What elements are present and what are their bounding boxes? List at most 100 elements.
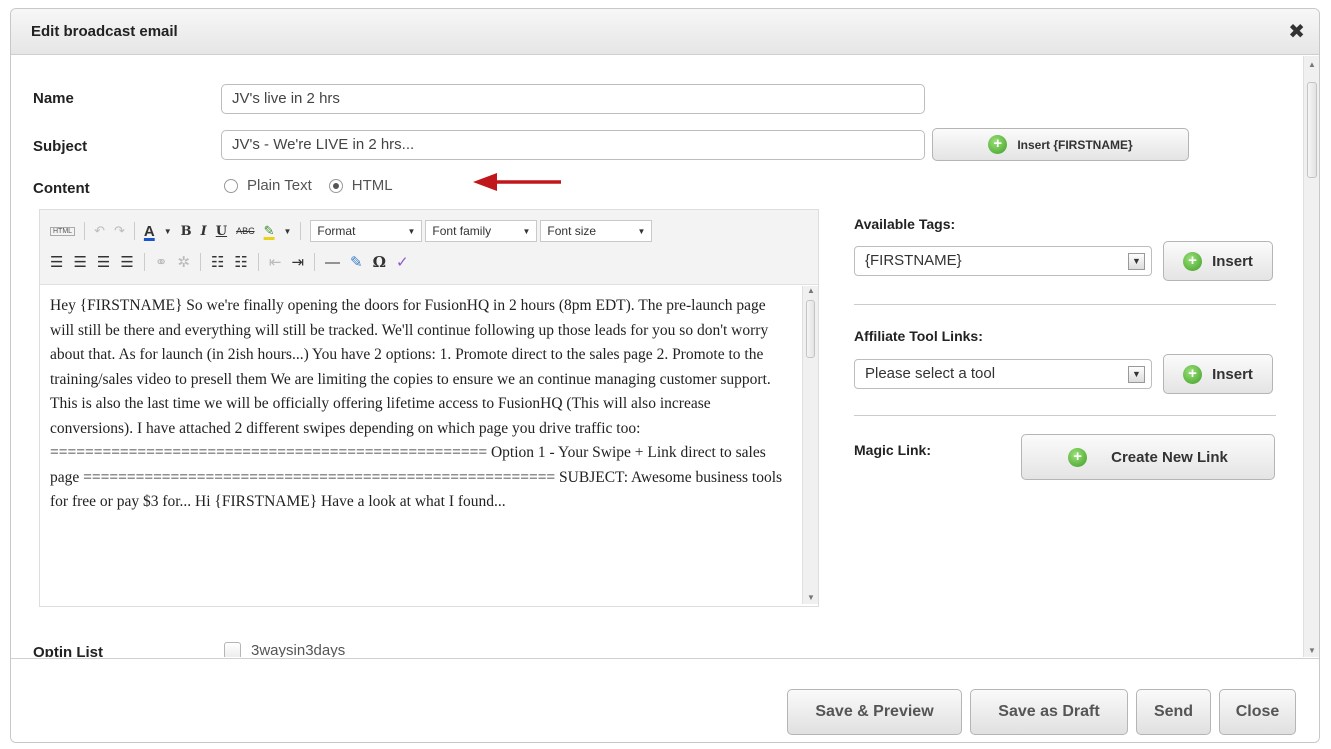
bullet-list-icon[interactable]: ☷: [211, 253, 224, 271]
affiliate-tool-select[interactable]: Please select a tool ▼: [854, 359, 1152, 389]
editor-body-text[interactable]: Hey {FIRSTNAME} So we're finally opening…: [40, 286, 802, 604]
dialog-titlebar: Edit broadcast email ✖: [11, 9, 1319, 55]
outdent-icon[interactable]: ⇤: [269, 253, 282, 271]
chevron-down-icon: ▼: [522, 226, 531, 236]
optin-list-label: Optin List: [33, 644, 103, 657]
toolbar-separator: [314, 253, 316, 271]
indent-icon[interactable]: ⇥: [291, 253, 304, 271]
subject-label: Subject: [33, 138, 88, 155]
create-new-link-label: Create New Link: [1111, 448, 1228, 466]
send-button[interactable]: Send: [1136, 689, 1211, 735]
optin-item-label: 3waysin3days: [251, 642, 346, 657]
content-label: Content: [33, 180, 90, 197]
plus-circle-icon: +: [1068, 447, 1088, 467]
name-label: Name: [33, 90, 74, 107]
html-label: HTML: [351, 177, 393, 194]
save-draft-button[interactable]: Save as Draft: [970, 689, 1128, 735]
link-icon[interactable]: ⚭: [155, 253, 168, 271]
special-char-icon[interactable]: Ω: [373, 253, 386, 271]
plus-circle-icon: +: [1183, 251, 1203, 271]
magic-link-label: Magic Link:: [854, 442, 932, 458]
font-family-select[interactable]: Font family ▼: [425, 220, 538, 242]
html-source-button[interactable]: HTML: [50, 226, 76, 236]
toolbar-row-1: HTML ↶ ↷ A ▼ B I U ABC ✎ ▼ Format ▼ Font…: [50, 219, 653, 243]
plus-circle-icon: +: [1183, 364, 1203, 384]
undo-icon[interactable]: ↶: [94, 223, 105, 239]
align-left-icon[interactable]: ☰: [50, 253, 63, 271]
italic-icon[interactable]: I: [201, 224, 207, 239]
close-button[interactable]: Close: [1219, 689, 1296, 735]
font-size-select-value: Font size: [547, 224, 597, 238]
available-tags-label: Available Tags:: [854, 216, 956, 232]
optin-checkbox[interactable]: [224, 642, 241, 657]
available-tags-select[interactable]: {FIRSTNAME} ▼: [854, 246, 1152, 276]
align-justify-icon[interactable]: ☰: [120, 253, 133, 271]
toolbar-separator: [133, 222, 135, 240]
available-tags-value: {FIRSTNAME}: [865, 252, 962, 269]
redo-icon[interactable]: ↷: [114, 223, 125, 239]
horizontal-rule-icon[interactable]: —: [325, 254, 340, 271]
strikethrough-icon[interactable]: ABC: [236, 226, 255, 236]
align-right-icon[interactable]: ☰: [97, 253, 110, 271]
affiliate-tool-value: Please select a tool: [865, 365, 996, 382]
chevron-down-icon: ▼: [637, 226, 646, 236]
scroll-up-icon[interactable]: ▲: [807, 286, 815, 295]
align-center-icon[interactable]: ☰: [73, 253, 86, 271]
scroll-up-icon[interactable]: ▲: [1308, 60, 1316, 69]
font-family-select-value: Font family: [432, 224, 492, 238]
toolbar-separator: [84, 222, 86, 240]
dialog-content: Name JV's live in 2 hrs Subject JV's - W…: [11, 56, 1319, 657]
plain-text-label: Plain Text: [247, 177, 312, 194]
create-new-link-button[interactable]: + Create New Link: [1021, 434, 1275, 480]
save-preview-button[interactable]: Save & Preview: [787, 689, 962, 735]
chevron-down-icon: ▼: [1128, 366, 1145, 383]
chevron-down-icon: ▼: [1128, 253, 1145, 270]
toolbar-separator: [199, 253, 201, 271]
insert-tag-label: Insert: [1212, 252, 1253, 270]
close-icon[interactable]: ✖: [1288, 19, 1305, 44]
bold-icon[interactable]: B: [181, 224, 192, 239]
underline-icon[interactable]: U: [216, 224, 227, 239]
scroll-down-icon[interactable]: ▼: [1308, 646, 1316, 655]
edit-image-icon[interactable]: ✎: [350, 253, 363, 271]
plain-text-radio[interactable]: [224, 178, 238, 193]
insert-tag-button[interactable]: + Insert: [1163, 241, 1273, 281]
format-select-value: Format: [317, 224, 356, 238]
insert-firstname-button[interactable]: + Insert {FIRSTNAME}: [932, 128, 1189, 161]
affiliate-links-label: Affiliate Tool Links:: [854, 328, 983, 344]
insert-affiliate-label: Insert: [1212, 365, 1253, 383]
spellcheck-icon[interactable]: ✓: [396, 253, 409, 271]
dialog-title: Edit broadcast email: [31, 23, 178, 40]
insert-firstname-label: Insert {FIRSTNAME}: [1017, 137, 1133, 152]
font-size-select[interactable]: Font size ▼: [540, 220, 653, 242]
chevron-down-icon[interactable]: ▼: [284, 227, 292, 236]
highlight-icon[interactable]: ✎: [264, 223, 275, 239]
annotation-arrow-icon: [473, 173, 561, 191]
toolbar-separator: [300, 222, 302, 240]
editor-scroll-thumb[interactable]: [806, 300, 815, 358]
dialog-scrollbar[interactable]: ▲ ▼: [1303, 56, 1319, 657]
format-select[interactable]: Format ▼: [310, 220, 423, 242]
editor-toolbar: HTML ↶ ↷ A ▼ B I U ABC ✎ ▼ Format ▼ Font…: [40, 210, 818, 285]
insert-affiliate-button[interactable]: + Insert: [1163, 354, 1273, 394]
chevron-down-icon[interactable]: ▼: [164, 227, 172, 236]
subject-input[interactable]: JV's - We're LIVE in 2 hrs...: [221, 130, 925, 160]
html-radio[interactable]: [328, 178, 343, 193]
section-divider: [854, 415, 1276, 416]
dialog-scroll-thumb[interactable]: [1307, 82, 1317, 178]
unlink-icon[interactable]: ✲: [177, 253, 190, 271]
dialog-footer: Save & Preview Save as Draft Send Close: [11, 658, 1319, 742]
numbered-list-icon[interactable]: ☷: [234, 253, 247, 271]
toolbar-separator: [143, 253, 145, 271]
chevron-down-icon: ▼: [407, 226, 416, 236]
scroll-down-icon[interactable]: ▼: [807, 593, 815, 602]
plus-circle-icon: +: [988, 135, 1008, 154]
editor-scrollbar[interactable]: ▲ ▼: [802, 286, 818, 604]
section-divider: [854, 304, 1276, 305]
text-color-icon[interactable]: A: [144, 223, 155, 240]
optin-list-item: 3waysin3days: [224, 642, 345, 657]
toolbar-row-2: ☰ ☰ ☰ ☰ ⚭ ✲ ☷ ☷ ⇤ ⇥ — ✎ Ω ✓: [50, 250, 409, 274]
content-radio-group: Plain Text HTML: [224, 177, 393, 194]
name-input[interactable]: JV's live in 2 hrs: [221, 84, 925, 114]
toolbar-separator: [257, 253, 259, 271]
